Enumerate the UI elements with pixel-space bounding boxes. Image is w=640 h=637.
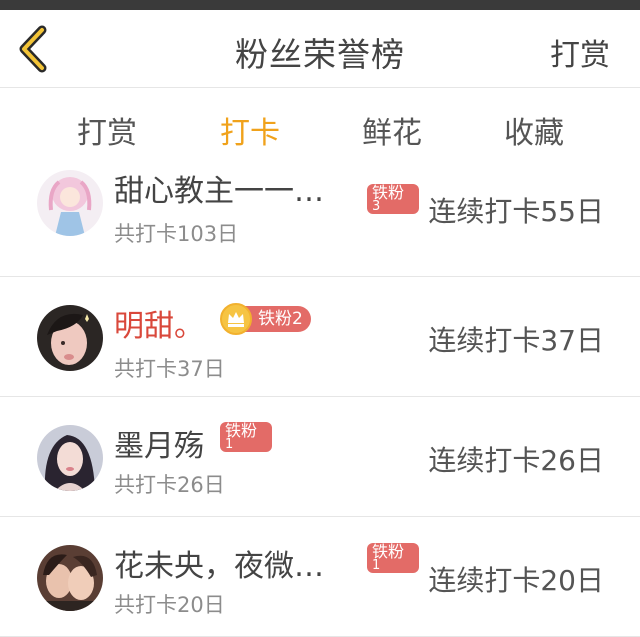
fan-row[interactable]: 甜心教主一一… 铁粉 3 共打卡103日 连续打卡55日 [0,158,640,277]
avatar [37,545,103,611]
page-title: 粉丝荣誉榜 [235,35,405,74]
tab-favorites[interactable]: 收藏 [464,108,604,152]
status-bar [0,0,640,10]
fan-name: 墨月殇 [114,429,204,464]
tab-checkin[interactable]: 打卡 [180,108,320,152]
total-checkins: 共打卡103日 [114,222,239,246]
avatar [37,170,103,236]
fan-name: 花未央，夜微… [114,549,324,584]
fan-level-badge: 铁粉 3 [367,184,419,214]
streak-days: 连续打卡55日 [428,195,604,228]
fan-row[interactable]: 花未央，夜微… 铁粉 1 共打卡20日 连续打卡20日 [0,517,640,637]
avatar [37,425,103,491]
streak-days: 连续打卡20日 [428,564,604,597]
badge-label: 铁粉2 [258,309,303,329]
streak-days: 连续打卡37日 [428,324,604,357]
tab-flowers[interactable]: 鲜花 [322,108,462,152]
reward-button[interactable]: 打赏 [550,30,610,74]
badge-level: 1 [225,437,234,452]
streak-days: 连续打卡26日 [428,444,604,477]
badge-level: 3 [372,199,381,214]
fan-name: 甜心教主一一… [114,174,324,209]
fan-row[interactable]: 墨月殇 铁粉 1 共打卡26日 连续打卡26日 [0,397,640,517]
total-checkins: 共打卡26日 [114,473,225,497]
total-checkins: 共打卡37日 [114,357,225,381]
fan-list: 甜心教主一一… 铁粉 3 共打卡103日 连续打卡55日 明甜。 铁粉2 共打卡… [0,158,640,637]
crown-icon [220,303,252,335]
total-checkins: 共打卡20日 [114,593,225,617]
badge-level: 1 [372,558,381,573]
tab-bar: 打赏 打卡 鲜花 收藏 [0,88,640,169]
fan-level-badge: 铁粉 1 [220,422,272,452]
tab-reward[interactable]: 打赏 [37,108,177,152]
fan-row[interactable]: 明甜。 铁粉2 共打卡37日 连续打卡37日 [0,277,640,397]
fan-level-badge: 铁粉 1 [367,543,419,573]
avatar [37,305,103,371]
fan-name: 明甜。 [114,309,204,344]
app-header: 粉丝荣誉榜 打赏 [0,10,640,88]
